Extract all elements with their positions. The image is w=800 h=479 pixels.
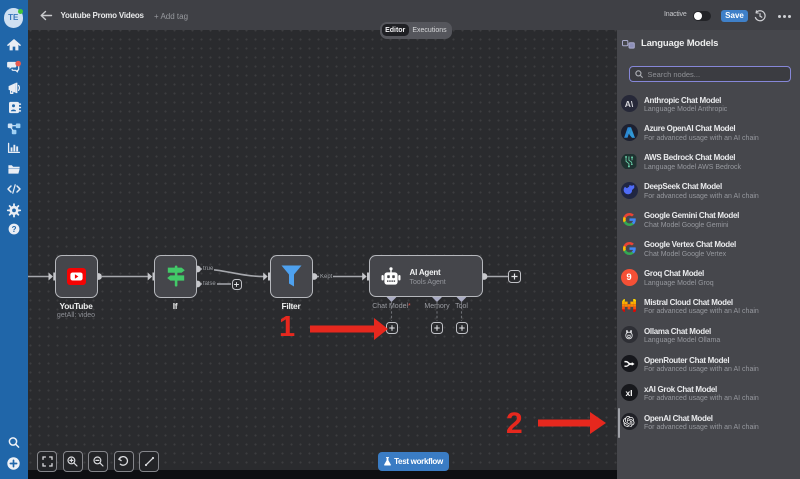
svg-text:?: ?: [12, 225, 17, 234]
